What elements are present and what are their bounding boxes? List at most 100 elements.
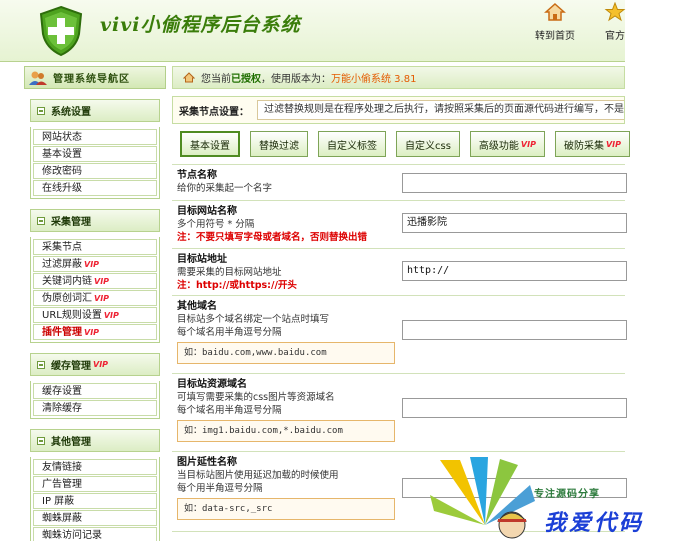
tab-basic-settings[interactable]: 基本设置 — [180, 131, 240, 157]
settings-label: 采集节点设置： — [179, 106, 249, 118]
sidebar-group-other: 其他管理 友情链接 广告管理 IP 屏蔽 蜘蛛屏蔽 蜘蛛访问记录 — [30, 429, 160, 541]
sidebar-item-clear-cache[interactable]: 清除缓存 — [33, 400, 157, 416]
collapse-icon — [37, 216, 45, 225]
group-title-collect[interactable]: 采集管理 — [30, 209, 160, 232]
settings-note: 过滤替换规则是在程序处理之后执行，请按照采集后的页面源代码进行编写，不是 — [257, 100, 624, 120]
form-row-node-name: 节点名称 给你的采集起一个名字 — [172, 165, 627, 201]
field-example: 如：img1.baidu.com,*.baidu.com — [177, 420, 395, 442]
resource-domains-input[interactable] — [402, 398, 627, 418]
field-desc: 给你的采集起一个名字 — [177, 183, 273, 194]
group-items: 友情链接 广告管理 IP 屏蔽 蜘蛛屏蔽 蜘蛛访问记录 — [30, 457, 160, 541]
item-label: 关键词内链 — [42, 276, 92, 287]
star-icon — [604, 2, 626, 22]
field-label-block: 目标站资源域名 可填写需要采集的css图片等资源域名 每个域名用半角逗号分隔 如… — [177, 378, 399, 442]
other-domains-input[interactable] — [402, 320, 627, 340]
node-settings-bar: 采集节点设置： 过滤替换规则是在程序处理之后执行，请按照采集后的页面源代码进行编… — [172, 96, 625, 124]
field-desc: 每个用半角逗号分隔 — [177, 483, 263, 494]
group-title-label: 其他管理 — [51, 437, 91, 448]
sidebar-item-url-rules[interactable]: URL规则设置 VIP — [33, 307, 157, 323]
sidebar-item-change-password[interactable]: 修改密码 — [33, 163, 157, 179]
target-site-name-input[interactable]: 迅播影院 — [402, 213, 627, 233]
watermark-tagline: 专注源码分享 — [534, 489, 600, 500]
group-title-cache[interactable]: 缓存管理 VIP — [30, 353, 160, 376]
field-warning: 注：http://或https://开头 — [177, 280, 297, 291]
sidebar-item-site-status[interactable]: 网站状态 — [33, 129, 157, 145]
sidebar-item-spider-log[interactable]: 蜘蛛访问记录 — [33, 527, 157, 541]
auth-status: 已授权 — [231, 74, 261, 85]
nav-home-link[interactable]: 转到首页 — [530, 2, 580, 42]
watermark-text: 我爱代码 — [544, 511, 645, 536]
sidebar-item-ip-block[interactable]: IP 屏蔽 — [33, 493, 157, 509]
app-title: vivi小偷程序后台系统 — [100, 14, 301, 36]
sidebar-group-system: 系统设置 网站状态 基本设置 修改密码 在线升级 — [30, 99, 160, 199]
field-example: 如：baidu.com,www.baidu.com — [177, 342, 395, 364]
vip-badge: VIP — [103, 311, 119, 320]
nav-official-link[interactable]: 官方 — [600, 2, 630, 42]
group-title-system[interactable]: 系统设置 — [30, 99, 160, 122]
group-title-label: 系统设置 — [51, 107, 91, 118]
sidebar-item-friend-links[interactable]: 友情链接 — [33, 459, 157, 475]
header: vivi小偷程序后台系统 转到首页 官方 — [0, 0, 626, 62]
field-desc: 每个域名用半角逗号分隔 — [177, 327, 282, 338]
field-label-block: 图片延性名称 当目标站图片使用延迟加载的时候使用 每个用半角逗号分隔 如：dat… — [177, 456, 399, 520]
field-desc: 需要采集的目标网站地址 — [177, 267, 282, 278]
group-items: 缓存设置 清除缓存 — [30, 381, 160, 419]
breadcrumb-prefix: 您当前 — [201, 74, 231, 85]
form-row-target-site-name: 目标网站名称 多个用符号 * 分隔 注：不要只填写字母或者域名，否则替换出错 迅… — [172, 201, 627, 249]
field-name: 目标网站名称 — [177, 206, 237, 217]
vip-badge: VIP — [94, 277, 110, 286]
tab-advanced[interactable]: 高级功能 VIP — [469, 131, 545, 157]
field-warning: 注：不要只填写字母或者域名，否则替换出错 — [177, 232, 368, 243]
watermark: 专注源码分享 我爱代码 — [430, 455, 689, 541]
sidebar: 管理系统导航区 系统设置 网站状态 基本设置 修改密码 在线升级 采集管理 采集… — [24, 66, 166, 541]
version-label: 万能小偷系统 3.81 — [331, 74, 417, 85]
field-desc: 每个域名用半角逗号分隔 — [177, 405, 282, 416]
home-icon — [544, 2, 566, 21]
sidebar-item-collect-nodes[interactable]: 采集节点 — [33, 239, 157, 255]
field-label-block: 目标网站名称 多个用符号 * 分隔 注：不要只填写字母或者域名，否则替换出错 — [177, 205, 399, 245]
field-label-block: 其他域名 目标站多个域名绑定一个站点时填写 每个域名用半角逗号分隔 如：baid… — [177, 300, 399, 364]
field-example: 如：data-src,_src — [177, 498, 395, 520]
sidebar-item-spider-block[interactable]: 蜘蛛屏蔽 — [33, 510, 157, 526]
field-name: 目标站资源域名 — [177, 379, 247, 390]
field-name: 图片延性名称 — [177, 457, 237, 468]
target-url-input[interactable]: http:// — [402, 261, 627, 281]
tab-replace-filter[interactable]: 替换过滤 — [250, 131, 308, 157]
group-title-other[interactable]: 其他管理 — [30, 429, 160, 452]
sidebar-item-filter-block[interactable]: 过滤屏蔽 VIP — [33, 256, 157, 272]
field-name: 其他域名 — [177, 301, 217, 312]
sidebar-item-ad-manage[interactable]: 广告管理 — [33, 476, 157, 492]
vip-badge: VIP — [93, 360, 109, 369]
nav-official-label: 官方 — [605, 31, 625, 42]
field-label-block: 目标站地址 需要采集的目标网站地址 注：http://或https://开头 — [177, 253, 399, 293]
form-row-resource-domains: 目标站资源域名 可填写需要采集的css图片等资源域名 每个域名用半角逗号分隔 如… — [172, 374, 627, 452]
node-name-input[interactable] — [402, 173, 627, 193]
sidebar-item-cache-settings[interactable]: 缓存设置 — [33, 383, 157, 399]
vip-badge: VIP — [94, 294, 110, 303]
item-label: 过滤屏蔽 — [42, 259, 82, 270]
sidebar-item-plugins[interactable]: 插件管理 VIP — [33, 324, 157, 340]
tab-label: 破防采集 — [563, 140, 604, 152]
sidebar-header: 管理系统导航区 — [24, 66, 166, 89]
field-desc: 可填写需要采集的css图片等资源域名 — [177, 392, 335, 403]
group-title-label: 采集管理 — [51, 217, 91, 228]
tab-bar: 基本设置 替换过滤 自定义标签 自定义css 高级功能 VIP 破防采集 VIP — [180, 131, 630, 157]
vip-badge: VIP — [84, 328, 100, 337]
field-label-block: 节点名称 给你的采集起一个名字 — [177, 169, 399, 195]
field-name: 目标站地址 — [177, 254, 227, 265]
item-label: 插件管理 — [42, 327, 82, 338]
tab-anti-block[interactable]: 破防采集 VIP — [554, 131, 630, 157]
sidebar-item-basic-settings[interactable]: 基本设置 — [33, 146, 157, 162]
sidebar-item-pseudo-original[interactable]: 伪原创词汇 VIP — [33, 290, 157, 306]
sidebar-item-online-upgrade[interactable]: 在线升级 — [33, 180, 157, 196]
form-row-target-url: 目标站地址 需要采集的目标网站地址 注：http://或https://开头 h… — [172, 249, 627, 296]
tab-custom-tags[interactable]: 自定义标签 — [318, 131, 386, 157]
sidebar-item-keyword-links[interactable]: 关键词内链 VIP — [33, 273, 157, 289]
nav-home-label: 转到首页 — [535, 31, 575, 42]
vip-badge: VIP — [84, 260, 100, 269]
tab-custom-css[interactable]: 自定义css — [396, 131, 460, 157]
breadcrumb-mid: ，使用版本为： — [261, 74, 331, 85]
collapse-icon — [37, 360, 45, 369]
group-title-label: 缓存管理 — [51, 361, 91, 372]
breadcrumb: 您当前 已授权 ，使用版本为： 万能小偷系统 3.81 — [172, 66, 625, 89]
